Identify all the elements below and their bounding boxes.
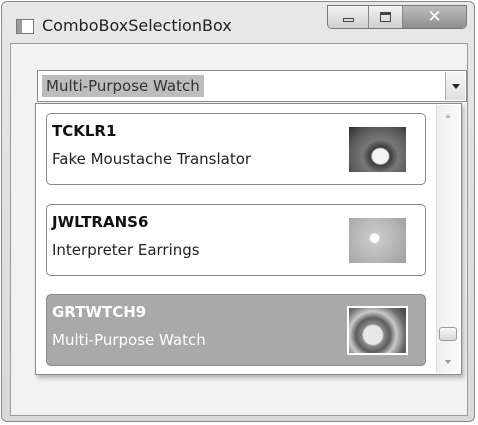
chevron-up-icon [445, 114, 451, 118]
item-code: JWLTRANS6 [52, 213, 149, 231]
window-controls: ✕ [327, 5, 467, 29]
watch-photo-icon [347, 306, 408, 355]
maximize-icon [380, 12, 391, 22]
item-name: Interpreter Earrings [52, 241, 200, 259]
product-combobox[interactable]: Multi-Purpose Watch [37, 70, 467, 102]
scrollbar-thumb[interactable] [439, 327, 457, 341]
list-item-selected[interactable]: GRTWTCH9 Multi-Purpose Watch [46, 294, 426, 366]
maximize-button[interactable] [369, 6, 403, 28]
close-button[interactable]: ✕ [403, 6, 466, 28]
scroll-down-button[interactable] [437, 354, 459, 370]
close-icon: ✕ [427, 6, 442, 27]
minimize-button[interactable] [328, 6, 369, 28]
chevron-down-icon [445, 360, 451, 364]
item-code: TCKLR1 [52, 122, 117, 140]
chevron-down-icon [451, 83, 460, 89]
moustache-photo-icon [347, 125, 408, 174]
item-name: Fake Moustache Translator [52, 150, 252, 168]
item-code: GRTWTCH9 [52, 303, 147, 321]
app-window: ComboBoxSelectionBox ✕ Multi-Purpose Wat… [1, 1, 475, 422]
scroll-up-button[interactable] [437, 108, 459, 124]
dropdown-scrollbar[interactable] [436, 105, 460, 373]
item-name: Multi-Purpose Watch [52, 331, 206, 349]
combobox-selected-text[interactable]: Multi-Purpose Watch [42, 75, 204, 97]
title-bar[interactable]: ComboBoxSelectionBox ✕ [2, 2, 474, 42]
combobox-dropdown-list: TCKLR1 Fake Moustache Translator JWLTRAN… [35, 103, 462, 375]
combobox-dropdown-button[interactable] [445, 72, 465, 100]
earring-photo-icon [347, 216, 408, 265]
minimize-icon [342, 18, 354, 22]
list-item[interactable]: JWLTRANS6 Interpreter Earrings [46, 204, 426, 276]
app-icon[interactable] [16, 19, 34, 34]
window-title: ComboBoxSelectionBox [42, 16, 232, 35]
list-item[interactable]: TCKLR1 Fake Moustache Translator [46, 113, 426, 185]
